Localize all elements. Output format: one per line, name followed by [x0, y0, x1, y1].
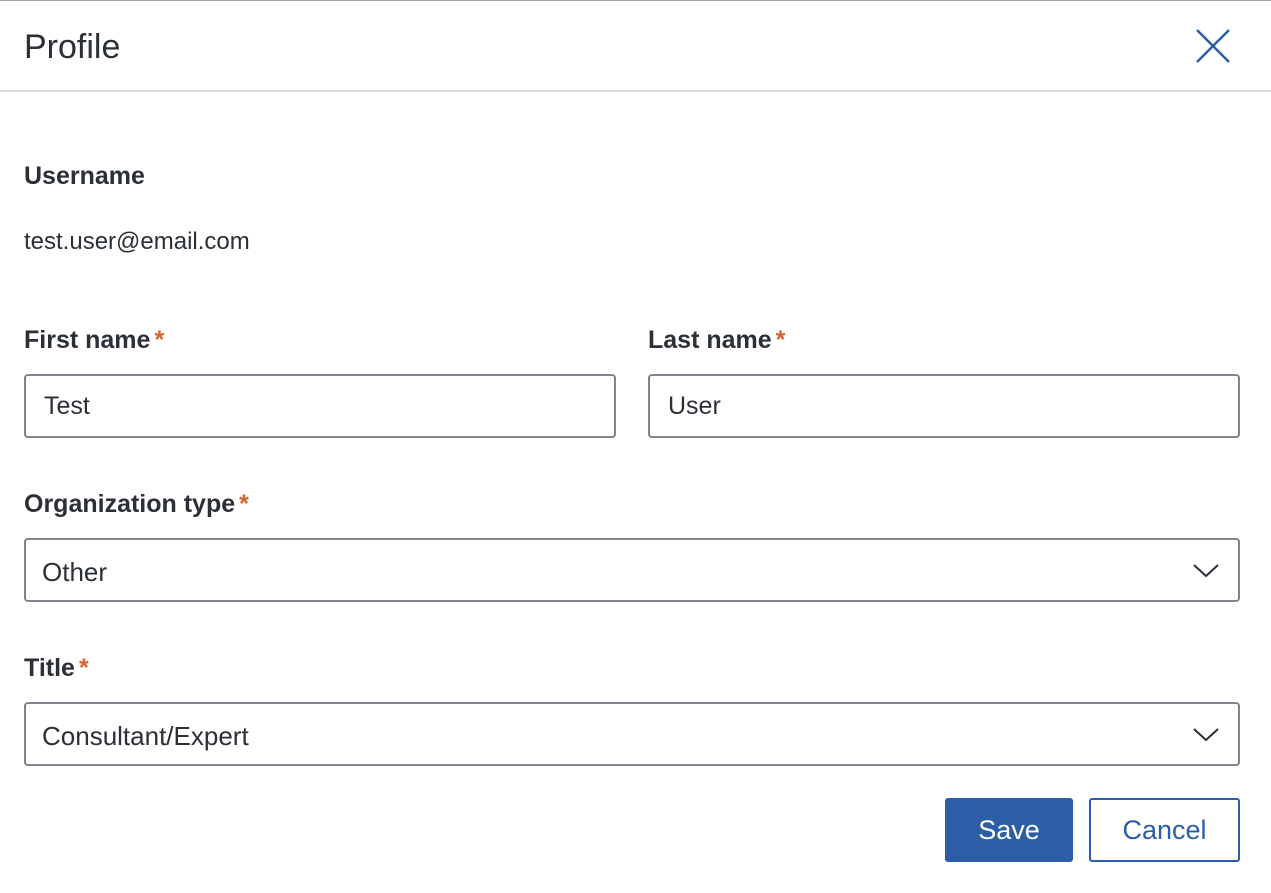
required-mark: * — [239, 490, 249, 518]
cancel-button[interactable]: Cancel — [1089, 798, 1240, 862]
last-name-input[interactable] — [648, 374, 1240, 438]
save-button[interactable]: Save — [945, 798, 1073, 862]
dialog-header: Profile — [0, 1, 1271, 92]
required-mark: * — [775, 326, 786, 354]
organization-type-selected: Other — [42, 557, 108, 587]
last-name-label: Last name * — [648, 326, 786, 354]
username-label: Username — [24, 162, 145, 190]
close-icon — [1196, 29, 1230, 63]
first-name-label: First name * — [24, 326, 165, 354]
title-selected: Consultant/Expert — [42, 721, 249, 751]
profile-dialog: Profile Username test.user@email.com Fir… — [0, 0, 1271, 893]
organization-type-select[interactable]: Other — [24, 538, 1240, 602]
required-mark: * — [154, 326, 165, 354]
close-button[interactable] — [1190, 23, 1236, 69]
first-name-input[interactable] — [24, 374, 616, 438]
organization-type-label: Organization type * — [24, 490, 249, 518]
title-select[interactable]: Consultant/Expert — [24, 702, 1240, 766]
username-value: test.user@email.com — [24, 228, 250, 255]
chevron-down-icon — [1193, 728, 1219, 742]
dialog-title: Profile — [24, 28, 121, 66]
chevron-down-icon — [1193, 564, 1219, 578]
title-label: Title * — [24, 654, 89, 682]
required-mark: * — [78, 654, 89, 682]
